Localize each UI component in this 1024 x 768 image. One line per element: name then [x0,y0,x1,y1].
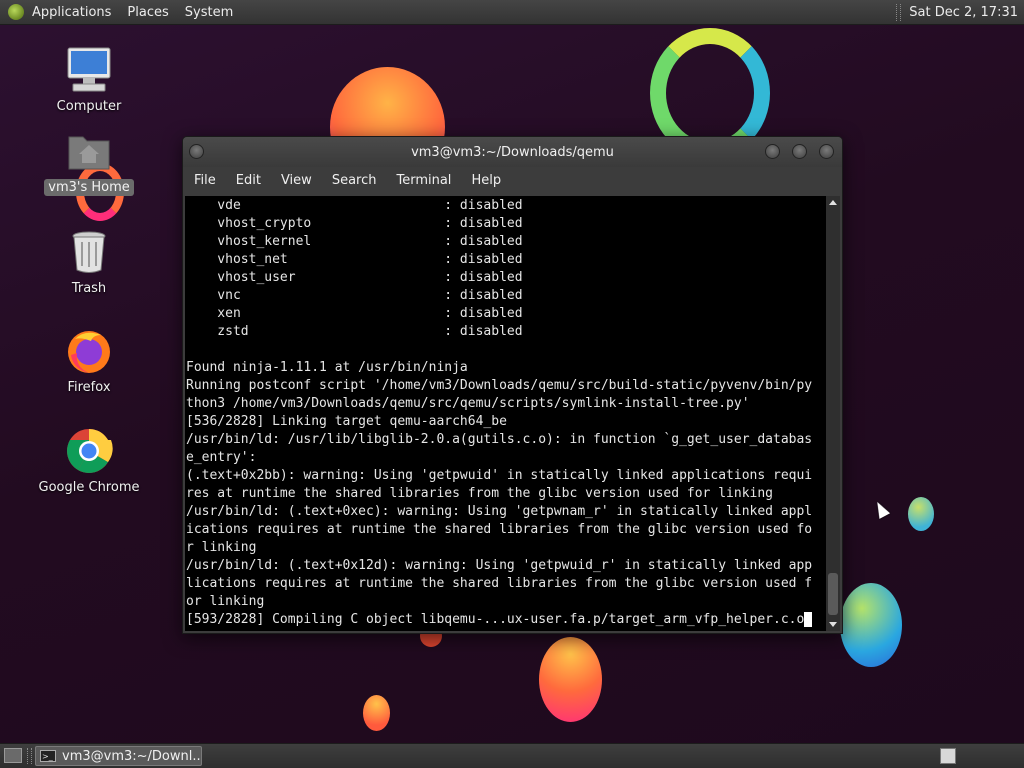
workspace-switcher[interactable] [940,748,956,764]
home-folder-icon [65,127,113,175]
close-button[interactable] [819,144,834,159]
computer-icon [65,46,113,94]
terminal-line: vhost_crypto : disabled [186,216,523,231]
desktop-icon-computer[interactable]: Computer [29,46,149,115]
minimize-button[interactable] [765,144,780,159]
terminal-output-area[interactable]: vde : disabled vhost_crypto : disabled v… [185,196,826,631]
terminal-line: /usr/bin/ld: (.text+0xec): warning: Usin… [186,504,813,519]
terminal-line: /usr/bin/ld: /usr/lib/libglib-2.0.a(guti… [186,432,813,447]
top-panel: Applications Places System Sat Dec 2, 17… [0,0,1024,25]
show-desktop-icon[interactable] [4,748,22,763]
bottom-panel: >_ vm3@vm3:~/Downl... [0,743,1024,768]
terminal-line: Found ninja-1.11.1 at /usr/bin/ninja [186,360,468,375]
menu-system[interactable]: System [177,0,241,25]
terminal-line: vnc : disabled [186,288,523,303]
taskbar-item-terminal[interactable]: >_ vm3@vm3:~/Downl... [35,746,202,766]
terminal-window[interactable]: vm3@vm3:~/Downloads/qemu File Edit View … [182,136,843,634]
terminal-line: /usr/bin/ld: (.text+0x12d): warning: Usi… [186,558,813,573]
terminal-line: ications requires at runtime the shared … [186,522,813,537]
window-menu-icon[interactable] [189,144,204,159]
desktop-icon-chrome[interactable]: Google Chrome [29,427,149,496]
desktop-icon-firefox[interactable]: Firefox [29,327,149,396]
desktop-icon-label: vm3's Home [44,179,134,196]
terminal-scrollbar[interactable] [826,196,840,631]
mate-logo-icon[interactable] [8,4,24,20]
terminal-line: xen : disabled [186,306,523,321]
terminal-line: zstd : disabled [186,324,523,339]
terminal-line: [536/2828] Linking target qemu-aarch64_b… [186,414,507,429]
window-titlebar[interactable]: vm3@vm3:~/Downloads/qemu [183,137,842,167]
desktop-icon-home[interactable]: vm3's Home [29,127,149,196]
decor-teal-bubble-right [908,497,934,531]
decor-small-bubble-bottom [363,695,390,731]
firefox-icon [65,327,113,375]
terminal-line: vhost_kernel : disabled [186,234,523,249]
terminal-line: or linking [186,594,265,609]
trash-icon [65,228,113,276]
terminal-line: [593/2828] Compiling C object libqemu-..… [186,612,805,627]
terminal-line: r linking [186,540,257,555]
decor-blue-bubble-right [840,583,902,667]
terminal-line: lications requires at runtime the shared… [186,576,813,591]
menu-search[interactable]: Search [322,167,387,195]
panel-separator [896,3,902,21]
scrollbar-thumb[interactable] [828,573,838,615]
chrome-icon [65,427,113,475]
scroll-down-icon[interactable] [829,622,837,627]
terminal-line: Running postconf script '/home/vm3/Downl… [186,378,813,393]
terminal-line: vhost_net : disabled [186,252,523,267]
desktop-icon-label: Google Chrome [38,480,140,495]
terminal-cursor [804,612,813,627]
menu-terminal[interactable]: Terminal [386,167,461,195]
taskbar-item-label: vm3@vm3:~/Downl... [62,748,202,764]
menu-help[interactable]: Help [461,167,511,195]
menu-file[interactable]: File [183,167,226,195]
decor-pink-bubble-bottom [539,637,602,722]
clock[interactable]: Sat Dec 2, 17:31 [909,5,1024,20]
desktop-icon-label: Firefox [67,380,111,395]
terminal-line: e_entry': [186,450,257,465]
terminal-line: (.text+0x2bb): warning: Using 'getpwuid'… [186,468,813,483]
desktop-icon-trash[interactable]: Trash [29,228,149,297]
terminal-line: res at runtime the shared libraries from… [186,486,773,501]
panel-separator [27,748,32,764]
terminal-line: thon3 /home/vm3/Downloads/qemu/src/qemu/… [186,396,750,411]
terminal-line: vhost_user : disabled [186,270,523,285]
maximize-button[interactable] [792,144,807,159]
terminal-line: vde : disabled [186,198,523,213]
desktop-icon-label: Computer [56,99,122,114]
terminal-menubar: File Edit View Search Terminal Help [183,167,842,195]
menu-places[interactable]: Places [119,0,176,25]
window-title: vm3@vm3:~/Downloads/qemu [411,144,614,160]
desktop-icon-label: Trash [71,281,107,296]
menu-applications[interactable]: Applications [24,0,119,25]
menu-edit[interactable]: Edit [226,167,271,195]
terminal-icon: >_ [40,750,56,762]
terminal-output: vde : disabled vhost_crypto : disabled v… [185,196,826,631]
menu-view[interactable]: View [271,167,322,195]
scroll-up-icon[interactable] [829,200,837,205]
